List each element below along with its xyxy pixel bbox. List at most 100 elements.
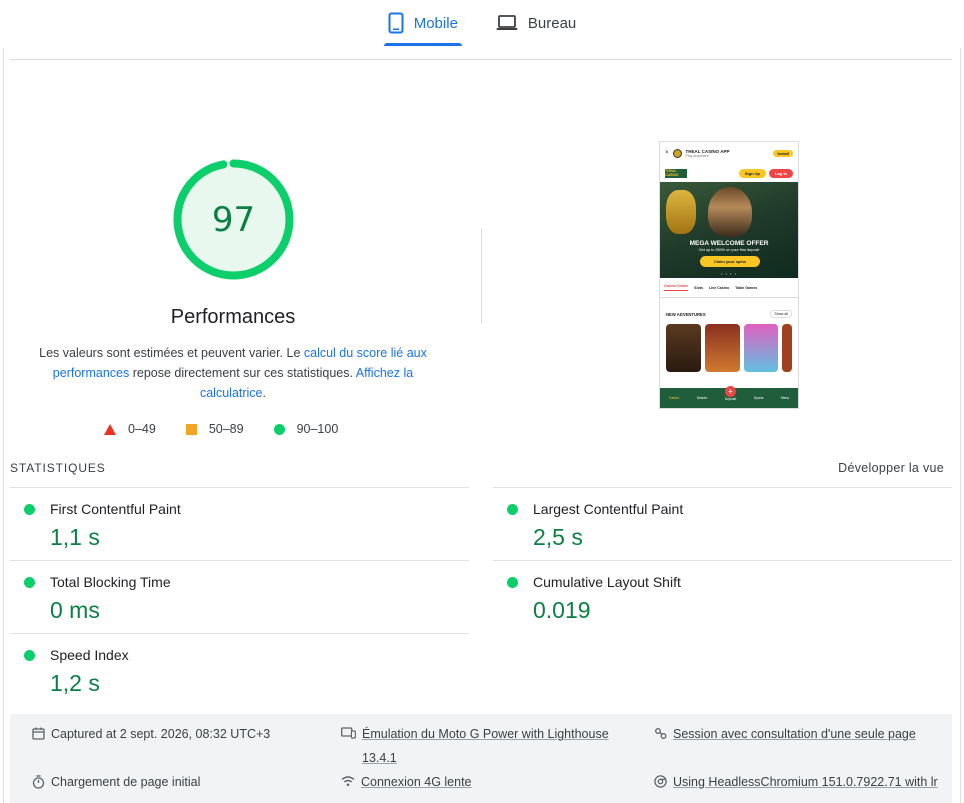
legend-item-fail: 0–49 [104, 422, 156, 436]
session-link[interactable]: Session avec consultation d'une seule pa… [673, 722, 916, 748]
tab-mobile-label: Mobile [413, 14, 458, 32]
calendar-icon [32, 722, 45, 748]
legend-item-pass: 90–100 [273, 422, 339, 436]
metric-name: Speed Index [50, 647, 129, 663]
bottom-nav-item: Sports [753, 396, 764, 400]
performance-score: 97 [211, 199, 256, 240]
dragon-art [666, 190, 696, 234]
emulation-link[interactable]: Émulation du Moto G Power with Lighthous… [362, 722, 609, 770]
offer-subtitle: Get up to 250% on your first deposit [698, 248, 760, 252]
category-tab: Casino Online [664, 284, 689, 291]
character-art [708, 187, 752, 237]
desc-text-3: . [262, 386, 266, 400]
game-tile [782, 324, 792, 372]
legend-label: 50–89 [208, 422, 244, 436]
app-banner: × THEAL CASINO APP Play Anywhere Install [660, 142, 798, 164]
metric-name: First Contentful Paint [50, 501, 181, 517]
category-tab: Table Games [735, 285, 758, 290]
site-logo: THEAL CASINO [665, 168, 687, 178]
bottom-nav-item: Menu [780, 396, 790, 400]
timer-icon [32, 770, 45, 797]
stats-heading: STATISTIQUES [10, 461, 106, 475]
hero-banner: MEGA WELCOME OFFER Get up to 250% on you… [660, 182, 798, 278]
section-header: NEW ADVENTURES Show all [660, 304, 798, 324]
legend-label: 90–100 [296, 422, 339, 436]
section-title: NEW ADVENTURES [666, 311, 706, 317]
network-info: Connexion 4G lente [341, 770, 472, 795]
metric-si: Speed Index 1,2 s [10, 633, 469, 707]
page-load-text: Chargement de page initial [51, 775, 201, 789]
devices-icon [341, 722, 356, 770]
metric-value: 1,2 s [50, 670, 100, 696]
circle-icon [273, 423, 285, 435]
frame-left-border [3, 48, 4, 803]
site-header: THEAL CASINO Sign Up Log In [660, 164, 798, 182]
chrome-icon [654, 770, 667, 796]
emulation-version: 13.4.1 [362, 751, 397, 765]
bottom-nav: Casino Search + Deposit Sports Menu [660, 386, 798, 408]
performance-title: Performances [170, 306, 296, 328]
plus-icon: + [725, 386, 736, 397]
performance-description: Les valeurs sont estimées et peuvent var… [30, 343, 436, 403]
offer-title: MEGA WELCOME OFFER [689, 240, 769, 247]
sign-up-button: Sign Up [738, 168, 766, 178]
app-logo [672, 148, 682, 158]
close-icon: × [665, 150, 669, 156]
session-info: Session avec consultation d'une seule pa… [654, 722, 916, 748]
legend-label: 0–49 [128, 422, 156, 436]
bottom-nav-item: Casino [668, 396, 680, 400]
frame-right-border [960, 48, 961, 803]
page-load-info: Chargement de page initial [32, 770, 200, 797]
game-tile [743, 324, 779, 372]
captured-at: Captured at 2 sept. 2026, 08:32 UTC+3 [32, 722, 270, 748]
bottom-nav-item: Deposit [724, 397, 737, 401]
tab-mobile[interactable]: Mobile [383, 0, 463, 46]
expand-view-toggle[interactable]: Développer la vue [838, 461, 944, 475]
game-tile [666, 324, 701, 372]
metric-name: Largest Contentful Paint [533, 501, 684, 517]
performance-gauge: 97 [173, 159, 294, 280]
category-tabs: Casino Online Slots Live Casino Table Ga… [660, 278, 798, 298]
captured-text: Captured at 2 sept. 2026, 08:32 UTC+3 [51, 727, 271, 741]
category-tab: Slots [694, 285, 703, 290]
legend-item-average: 50–89 [185, 422, 244, 436]
runtime-settings: Captured at 2 sept. 2026, 08:32 UTC+3 Ém… [10, 714, 952, 803]
session-icon [654, 722, 667, 748]
game-tiles [660, 324, 798, 374]
bottom-nav-item: Search [696, 396, 708, 400]
laptop-icon [496, 15, 518, 31]
game-tile [704, 324, 740, 372]
metric-tbt: Total Blocking Time 0 ms [10, 560, 469, 634]
category-tab: Live Casino [708, 285, 730, 290]
wifi-icon [341, 770, 355, 795]
claim-button: Claim your spins [700, 256, 760, 267]
device-tabs: Mobile Bureau [0, 0, 964, 48]
browser-info: Using HeadlessChromium 151.0.7922.71 wit… [654, 770, 938, 796]
phone-icon [388, 12, 404, 34]
show-all-button: Show all [770, 310, 792, 318]
metric-value: 0.019 [533, 597, 591, 623]
install-button: Install [773, 149, 793, 157]
metric-lcp: Largest Contentful Paint 2,5 s [493, 487, 952, 561]
browser-link[interactable]: Using HeadlessChromium 151.0.7922.71 wit… [673, 770, 938, 796]
metric-cls: Cumulative Layout Shift 0.019 [493, 560, 952, 634]
metric-name: Cumulative Layout Shift [533, 574, 681, 590]
emulation-text: Émulation du Moto G Power with Lighthous… [362, 727, 609, 741]
vertical-divider [481, 228, 482, 324]
final-screenshot[interactable]: × THEAL CASINO APP Play Anywhere Install… [659, 141, 799, 409]
divider [10, 59, 952, 60]
desc-text-1: Les valeurs sont estimées et peuvent var… [39, 346, 304, 360]
score-legend: 0–49 50–89 90–100 [104, 422, 368, 436]
triangle-icon [104, 423, 116, 435]
pass-circle-icon [24, 650, 35, 661]
metric-value: 1,1 s [50, 524, 100, 550]
pass-circle-icon [24, 504, 35, 515]
tab-desktop-label: Bureau [527, 14, 577, 32]
log-in-button: Log In [769, 168, 793, 178]
metric-value: 0 ms [50, 597, 100, 623]
metric-name: Total Blocking Time [50, 574, 171, 590]
tab-desktop[interactable]: Bureau [494, 0, 578, 46]
square-icon [185, 423, 197, 435]
pass-circle-icon [507, 504, 518, 515]
network-link[interactable]: Connexion 4G lente [361, 770, 472, 795]
